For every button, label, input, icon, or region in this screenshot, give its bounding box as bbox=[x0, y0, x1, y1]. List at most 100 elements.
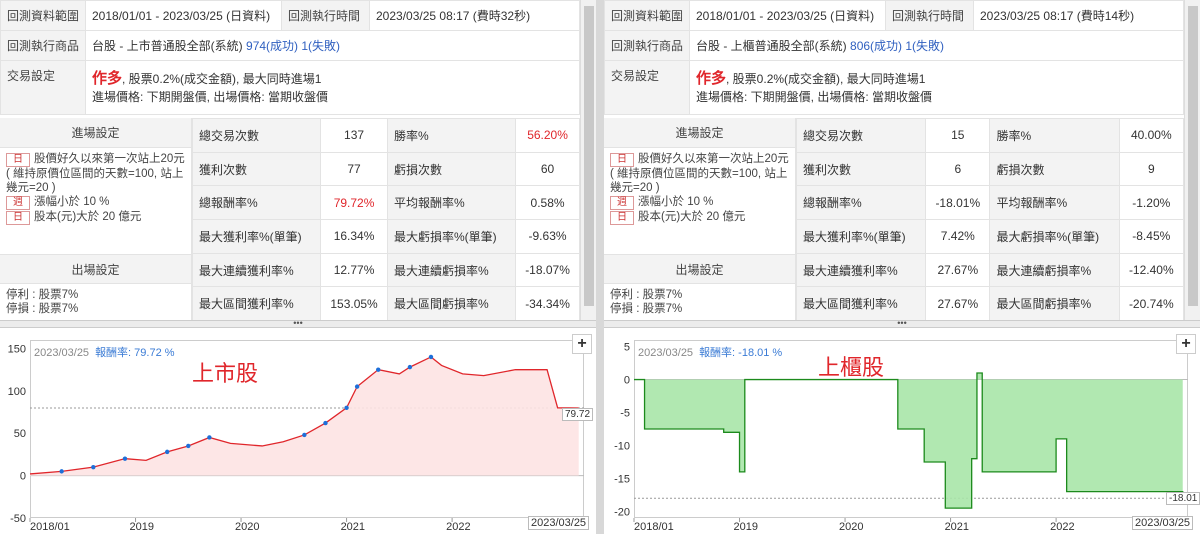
entry-condition-2: 週漲幅小於 10 % bbox=[6, 195, 185, 210]
backtest-info-table: 回測資料範圍 2018/01/01 - 2023/03/25 (日資料) 回測執… bbox=[604, 0, 1184, 115]
stat-key: 獲利次數 bbox=[795, 151, 927, 187]
scrollbar-thumb[interactable] bbox=[1188, 6, 1198, 306]
stat-value: 0.58% bbox=[515, 185, 580, 221]
stats-row: 最大區間獲利率% 27.67% 最大區間虧損率% -20.74% bbox=[795, 286, 1185, 322]
y-tick-label: -10 bbox=[614, 440, 630, 452]
resize-handle[interactable]: ••• bbox=[0, 319, 596, 328]
stat-key: 最大連續獲利率% bbox=[191, 252, 322, 288]
exit-header: 出場設定 bbox=[0, 254, 191, 284]
product-label: 回測執行商品 bbox=[604, 30, 690, 61]
vertical-scrollbar[interactable] bbox=[580, 0, 596, 320]
vertical-scrollbar[interactable] bbox=[1184, 0, 1200, 320]
chart-legend: 2023/03/25 報酬率: 79.72 % bbox=[34, 344, 175, 360]
y-tick-label: 100 bbox=[8, 386, 26, 398]
stat-key: 最大區間虧損率% bbox=[989, 286, 1120, 322]
end-date-label: 2023/03/25 bbox=[528, 516, 590, 530]
stat-value: 153.05% bbox=[320, 286, 388, 322]
stat-value: 79.72% bbox=[320, 185, 388, 221]
legend-date: 2023/03/25 bbox=[638, 347, 694, 359]
scrollbar-thumb[interactable] bbox=[584, 6, 594, 306]
stat-key: 最大連續虧損率% bbox=[386, 252, 517, 288]
stat-value: -20.74% bbox=[1118, 286, 1185, 322]
range-label: 回測資料範圍 bbox=[0, 0, 86, 31]
stat-value: 6 bbox=[925, 151, 991, 187]
equity-chart: 150 100 50 0 -50 2018/01 2019 2020 2021 2022 2023… bbox=[0, 328, 596, 534]
equity-area bbox=[634, 372, 1183, 509]
x-tick-label: 2021 bbox=[341, 521, 365, 533]
y-tick-label: -15 bbox=[614, 473, 630, 485]
new-high-point bbox=[207, 435, 212, 440]
stat-key: 虧損次數 bbox=[386, 151, 517, 187]
stat-key: 總報酬率% bbox=[795, 185, 927, 221]
new-high-point bbox=[164, 449, 170, 455]
stat-value: 16.34% bbox=[320, 219, 388, 254]
range-value: 2018/01/01 - 2023/03/25 (日資料) bbox=[85, 0, 282, 31]
exit-condition-1: 停利 : 股票7% bbox=[610, 289, 683, 301]
zoom-plus-button[interactable]: + bbox=[1176, 334, 1196, 354]
stat-value: -9.63% bbox=[515, 219, 580, 254]
x-tick-label: 2020 bbox=[839, 521, 863, 533]
entry-conditions: 日股價好久以來第一次站上20元( 維持原價位區間的天數=100, 站上幾元=20… bbox=[604, 148, 795, 254]
stat-value: 12.77% bbox=[320, 252, 388, 288]
stat-key: 最大獲利率%(單筆) bbox=[191, 219, 322, 254]
equity-area bbox=[30, 356, 579, 476]
backtest-panel-otc: 回測資料範圍 2018/01/01 - 2023/03/25 (日資料) 回測執… bbox=[604, 0, 1200, 534]
stats-row: 總交易次數 15 勝率% 40.00% bbox=[795, 118, 1185, 153]
stat-key: 最大區間虧損率% bbox=[386, 286, 517, 322]
failed-count-link[interactable]: 1(失敗) bbox=[301, 39, 340, 53]
x-tick-label: 2022 bbox=[1050, 521, 1074, 533]
stats-row: 總報酬率% 79.72% 平均報酬率% 0.58% bbox=[191, 185, 580, 221]
stat-value: -1.20% bbox=[1118, 185, 1185, 221]
entry-condition-1: 日股價好久以來第一次站上20元( 維持原價位區間的天數=100, 站上幾元=20… bbox=[6, 153, 185, 194]
stat-value: -34.34% bbox=[515, 286, 580, 322]
stat-value: 40.00% bbox=[1118, 118, 1185, 153]
legend-rate: 報酬率: 79.72 % bbox=[95, 347, 175, 359]
trade-desc: , 股票0.2%(成交金額), 最大同時進場1 bbox=[122, 72, 322, 86]
equity-chart: 5 0 -5 -10 -15 -20 2018/01 2019 2020 2021 2022 202… bbox=[604, 328, 1200, 534]
stat-key: 最大區間獲利率% bbox=[795, 286, 927, 322]
stats-row: 最大連續獲利率% 27.67% 最大連續虧損率% -12.40% bbox=[795, 252, 1185, 288]
stats-row: 總報酬率% -18.01% 平均報酬率% -1.20% bbox=[795, 185, 1185, 221]
resize-handle[interactable]: ••• bbox=[604, 319, 1200, 328]
new-high-point bbox=[91, 464, 96, 470]
stat-key: 虧損次數 bbox=[989, 151, 1120, 187]
stats-row: 最大獲利率%(單筆) 7.42% 最大虧損率%(單筆) -8.45% bbox=[795, 219, 1185, 254]
x-tick-label: 2022 bbox=[446, 521, 470, 533]
stat-value: 7.42% bbox=[925, 219, 991, 254]
y-tick-label: -5 bbox=[620, 408, 630, 420]
success-count-link[interactable]: 974(成功) bbox=[246, 39, 298, 53]
new-high-point bbox=[407, 364, 413, 370]
stat-key: 獲利次數 bbox=[191, 151, 322, 187]
stat-value: 15 bbox=[925, 118, 991, 153]
condition-tag: 週 bbox=[610, 196, 634, 210]
stat-key: 平均報酬率% bbox=[386, 185, 517, 221]
stat-value: 137 bbox=[320, 118, 388, 153]
stats-row: 最大連續獲利率% 12.77% 最大連續虧損率% -18.07% bbox=[191, 252, 580, 288]
trade-label: 交易設定 bbox=[604, 60, 690, 115]
stat-key: 勝率% bbox=[386, 118, 517, 153]
y-tick-label: -50 bbox=[10, 513, 26, 525]
success-count-link[interactable]: 806(成功) bbox=[850, 39, 902, 53]
entry-header: 進場設定 bbox=[0, 118, 191, 148]
stat-key: 最大連續獲利率% bbox=[795, 252, 927, 288]
stat-key: 最大區間獲利率% bbox=[191, 286, 322, 322]
stat-value: 27.67% bbox=[925, 252, 991, 288]
trade-value: 作多, 股票0.2%(成交金額), 最大同時進場1 進場價格: 下期開盤價, 出… bbox=[85, 60, 580, 115]
zoom-plus-button[interactable]: + bbox=[572, 334, 592, 354]
exit-header: 出場設定 bbox=[604, 254, 795, 284]
stats-row: 獲利次數 6 虧損次數 9 bbox=[795, 151, 1185, 187]
entry-condition-3: 日股本(元)大於 20 億元 bbox=[610, 210, 789, 225]
stat-value: -18.07% bbox=[515, 252, 580, 288]
legend-date: 2023/03/25 bbox=[34, 347, 90, 359]
y-tick-label: 0 bbox=[624, 375, 630, 387]
failed-count-link[interactable]: 1(失敗) bbox=[905, 39, 944, 53]
x-tick-label: 2020 bbox=[235, 521, 259, 533]
stat-value: -12.40% bbox=[1118, 252, 1185, 288]
x-tick-label: 2021 bbox=[945, 521, 969, 533]
stat-key: 總交易次數 bbox=[191, 118, 322, 153]
new-high-point bbox=[376, 367, 381, 372]
stats-row: 最大區間獲利率% 153.05% 最大區間虧損率% -34.34% bbox=[191, 286, 580, 322]
stats-row: 最大獲利率%(單筆) 16.34% 最大虧損率%(單筆) -9.63% bbox=[191, 219, 580, 254]
product-value: 台股 - 上市普通股全部(系統) 974(成功) 1(失敗) bbox=[85, 30, 580, 61]
y-tick-label: 0 bbox=[20, 471, 26, 483]
